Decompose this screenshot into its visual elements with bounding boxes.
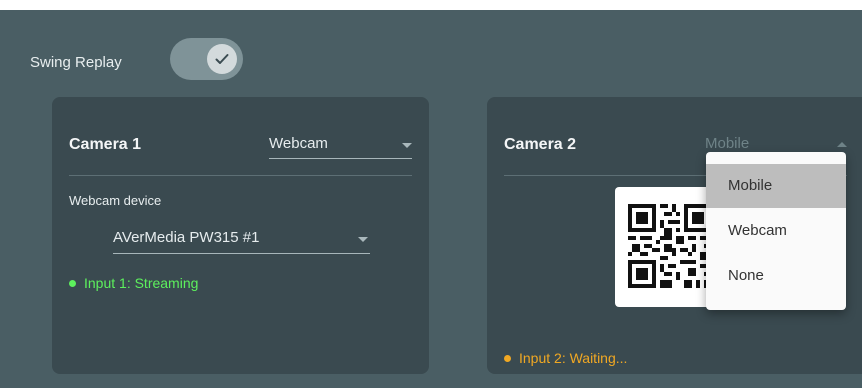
chevron-down-icon [402, 143, 412, 148]
camera-1-card: Camera 1 Webcam Webcam device AVerMedia … [52, 97, 429, 374]
input-2-status-text: Input 2: Waiting... [519, 350, 628, 366]
webcam-device-value: AVerMedia PW315 #1 [113, 229, 260, 246]
camera-1-source-value: Webcam [269, 135, 328, 152]
dropdown-option-mobile[interactable]: Mobile [706, 164, 846, 208]
status-dot-icon [69, 279, 76, 287]
dropdown-option-none[interactable]: None [706, 254, 846, 298]
input-2-status: Input 2: Waiting... [504, 350, 627, 366]
chevron-up-icon [837, 142, 847, 147]
check-icon [207, 44, 237, 74]
camera-2-source-dropdown-menu: Mobile Webcam None [706, 152, 846, 310]
camera-1-source-select[interactable]: Webcam [269, 131, 412, 159]
qr-code-icon [628, 204, 712, 288]
camera-1-divider [69, 175, 412, 176]
camera-1-title: Camera 1 [69, 136, 142, 153]
input-1-status-text: Input 1: Streaming [84, 275, 199, 291]
webcam-device-select[interactable]: AVerMedia PW315 #1 [113, 225, 370, 254]
chevron-down-icon [358, 237, 368, 242]
camera-2-source-value: Mobile [705, 135, 750, 152]
input-1-status: Input 1: Streaming [69, 275, 198, 291]
swing-replay-panel: Swing Replay Camera 1 Webcam Webcam devi… [0, 10, 862, 388]
dropdown-option-webcam[interactable]: Webcam [706, 209, 846, 253]
select-underline [113, 253, 370, 254]
camera-2-title: Camera 2 [504, 136, 577, 153]
select-underline [269, 158, 412, 159]
swing-replay-label: Swing Replay [30, 54, 122, 71]
webcam-device-label: Webcam device [69, 193, 162, 208]
status-dot-icon [504, 354, 511, 362]
swing-replay-toggle[interactable] [170, 38, 243, 80]
